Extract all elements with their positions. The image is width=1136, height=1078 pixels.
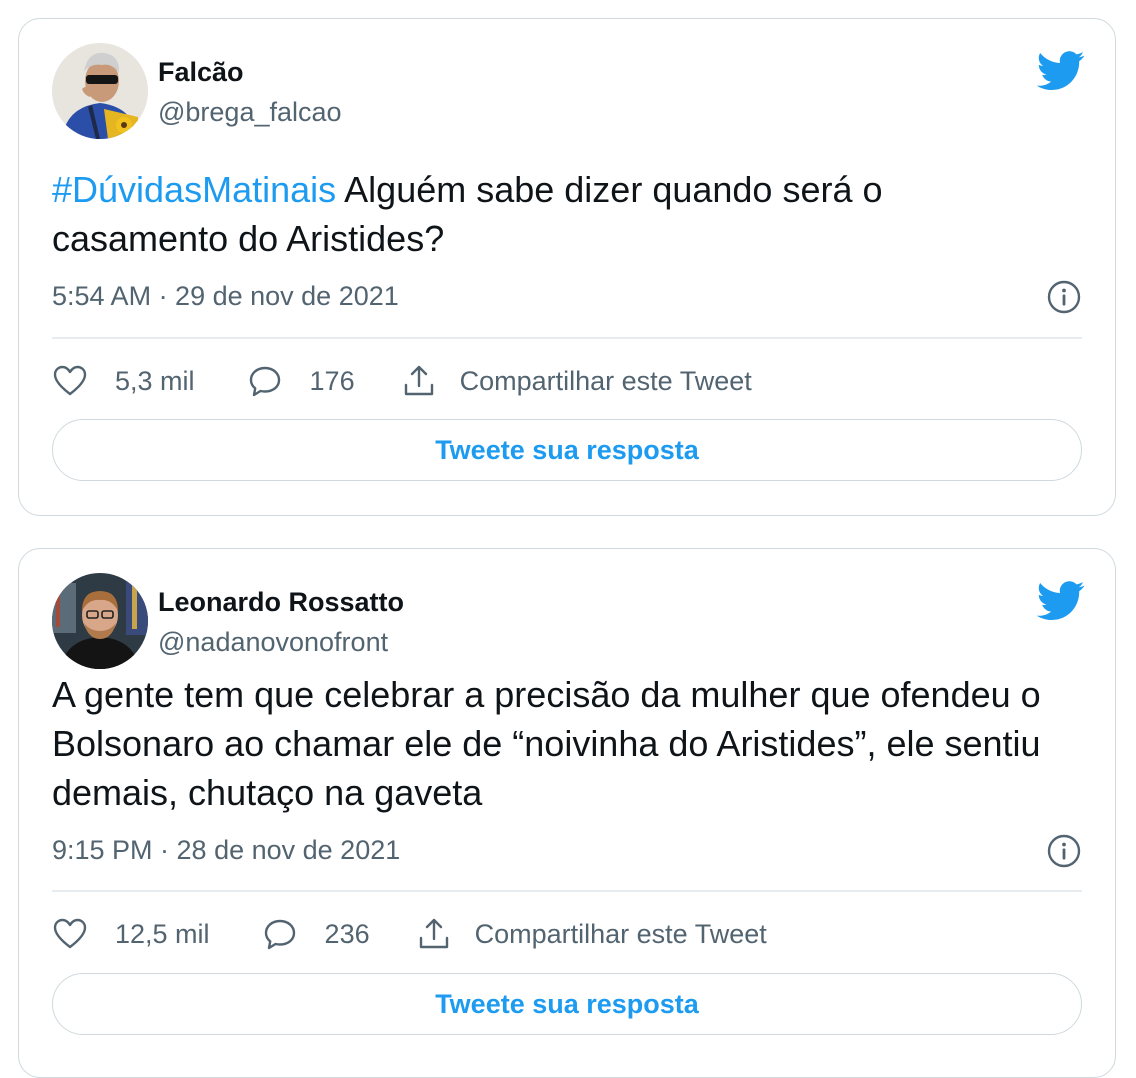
hashtag-link[interactable]: #DúvidasMatinais — [52, 169, 336, 210]
reply-count: 236 — [324, 918, 370, 949]
tweet-actions: 5,3 mil 176 Compartilhar este Tweet — [52, 361, 1082, 401]
share-label: Compartilhar este Tweet — [459, 365, 752, 396]
tweet-card: Leonardo Rossatto @nadanovonofront A gen… — [18, 548, 1116, 1078]
reply-button[interactable]: Tweete sua resposta — [52, 973, 1082, 1035]
like-button[interactable]: 5,3 mil — [52, 363, 195, 399]
share-label: Compartilhar este Tweet — [474, 918, 767, 949]
reply-bubble-icon — [262, 916, 298, 952]
share-button[interactable]: Compartilhar este Tweet — [416, 916, 767, 952]
display-name[interactable]: Falcão — [158, 57, 244, 88]
like-count: 5,3 mil — [115, 365, 195, 396]
reply-button[interactable]: Tweete sua resposta — [52, 419, 1082, 481]
user-handle[interactable]: @nadanovonofront — [158, 627, 388, 658]
divider — [52, 337, 1082, 339]
tweet-text: #DúvidasMatinais Alguém sabe dizer quand… — [52, 165, 1055, 263]
reply-count: 176 — [309, 365, 355, 396]
heart-icon — [52, 363, 88, 399]
like-count: 12,5 mil — [115, 918, 210, 949]
tweet-actions: 12,5 mil 236 Compartilhar este Tweet — [52, 914, 1082, 954]
avatar[interactable] — [52, 573, 148, 669]
share-button[interactable]: Compartilhar este Tweet — [401, 363, 752, 399]
tweet-timestamp[interactable]: 9:15 PM · 28 de nov de 2021 — [52, 835, 400, 866]
tweet-body: A gente tem que celebrar a precisão da m… — [52, 674, 1041, 813]
info-icon[interactable] — [1047, 280, 1081, 314]
user-handle[interactable]: @brega_falcao — [158, 97, 342, 128]
tweet-timestamp[interactable]: 5:54 AM · 29 de nov de 2021 — [52, 281, 399, 312]
divider — [52, 890, 1082, 892]
info-icon[interactable] — [1047, 834, 1081, 868]
avatar[interactable] — [52, 43, 148, 139]
reply-bubble-icon — [247, 363, 283, 399]
display-name[interactable]: Leonardo Rossatto — [158, 587, 404, 618]
share-icon — [416, 916, 452, 952]
share-icon — [401, 363, 437, 399]
reply-action-button[interactable]: 176 — [247, 363, 355, 399]
tweet-card: Falcão @brega_falcao #DúvidasMatinais Al… — [18, 18, 1116, 516]
tweet-text: A gente tem que celebrar a precisão da m… — [52, 670, 1055, 817]
heart-icon — [52, 916, 88, 952]
reply-action-button[interactable]: 236 — [262, 916, 370, 952]
like-button[interactable]: 12,5 mil — [52, 916, 210, 952]
twitter-bird-icon[interactable] — [1037, 51, 1085, 91]
twitter-bird-icon[interactable] — [1037, 581, 1085, 621]
